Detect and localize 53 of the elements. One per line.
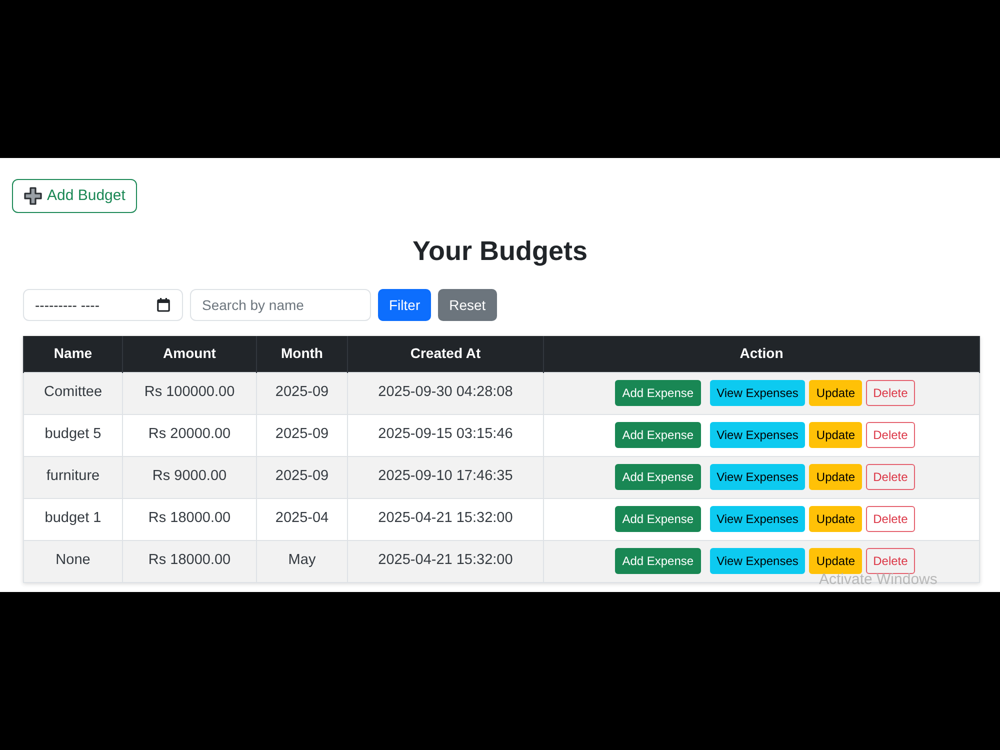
update-button[interactable]: Update <box>809 422 862 448</box>
table-cell: 2025-09-10 17:46:35 <box>348 456 544 498</box>
column-header: Created At <box>348 336 544 372</box>
view-expenses-button[interactable]: View Expenses <box>710 464 806 490</box>
add-expense-button[interactable]: Add Expense <box>615 422 701 448</box>
view-expenses-button[interactable]: View Expenses <box>710 380 806 406</box>
delete-button[interactable]: Delete <box>866 380 915 406</box>
delete-button[interactable]: Delete <box>866 548 915 574</box>
view-expenses-button[interactable]: View Expenses <box>710 548 806 574</box>
column-header: Action <box>544 336 980 372</box>
add-expense-button[interactable]: Add Expense <box>615 548 701 574</box>
search-field[interactable]: Search by name <box>190 289 371 321</box>
table-cell: budget 1 <box>24 498 122 540</box>
add-expense-button[interactable]: Add Expense <box>615 464 701 490</box>
add-budget-button[interactable]: Add Budget <box>12 179 138 213</box>
table-cell: Rs 100000.00 <box>122 372 256 414</box>
view-expenses-button[interactable]: View Expenses <box>710 422 806 448</box>
delete-button[interactable]: Delete <box>866 506 915 532</box>
page-title: Your Budgets <box>412 235 588 268</box>
table-cell: None <box>24 540 122 582</box>
delete-button[interactable]: Delete <box>866 422 915 448</box>
calendar-icon[interactable] <box>157 298 170 312</box>
table-cell: Rs 18000.00 <box>122 540 256 582</box>
delete-button[interactable]: Delete <box>866 464 915 490</box>
update-button[interactable]: Update <box>809 506 862 532</box>
update-button[interactable]: Update <box>809 548 862 574</box>
add-expense-button[interactable]: Add Expense <box>615 506 701 532</box>
column-header: Month <box>256 336 348 372</box>
table-cell: furniture <box>24 456 122 498</box>
table-cell: 2025-09-15 03:15:46 <box>348 414 544 456</box>
filter-button[interactable]: Filter <box>378 289 432 321</box>
table-cell: 2025-04 <box>256 498 348 540</box>
table-cell: May <box>256 540 348 582</box>
reset-button[interactable]: Reset <box>438 289 497 321</box>
table-cell: Rs 18000.00 <box>122 498 256 540</box>
table-cell: 2025-04-21 15:32:00 <box>348 498 544 540</box>
table-cell: Rs 20000.00 <box>122 414 256 456</box>
update-button[interactable]: Update <box>809 464 862 490</box>
table-cell: budget 5 <box>24 414 122 456</box>
table-cell: 2025-09 <box>256 414 348 456</box>
table-cell: 2025-09 <box>256 372 348 414</box>
add-expense-button[interactable]: Add Expense <box>615 380 701 406</box>
view-expenses-button[interactable]: View Expenses <box>710 506 806 532</box>
table-cell: 2025-09 <box>256 456 348 498</box>
table-cell: Comittee <box>24 372 122 414</box>
table-cell: 2025-09-30 04:28:08 <box>348 372 544 414</box>
table-cell: Rs 9000.00 <box>122 456 256 498</box>
column-header: Amount <box>122 336 256 372</box>
column-header: Name <box>24 336 122 372</box>
plus-icon <box>24 187 42 205</box>
table-cell: 2025-04-21 15:32:00 <box>348 540 544 582</box>
update-button[interactable]: Update <box>809 380 862 406</box>
month-field[interactable]: --------- ---- <box>23 289 183 321</box>
